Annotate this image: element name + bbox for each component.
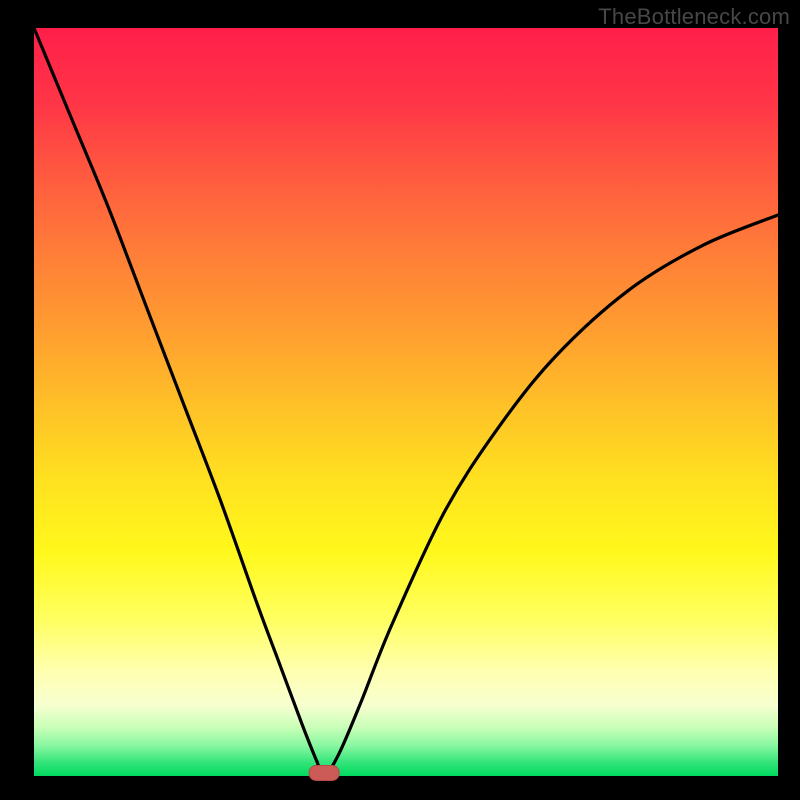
bottleneck-chart: [0, 0, 800, 800]
plot-background: [34, 28, 778, 776]
watermark-text: TheBottleneck.com: [598, 4, 790, 30]
optimal-marker: [309, 766, 339, 781]
chart-frame: TheBottleneck.com: [0, 0, 800, 800]
